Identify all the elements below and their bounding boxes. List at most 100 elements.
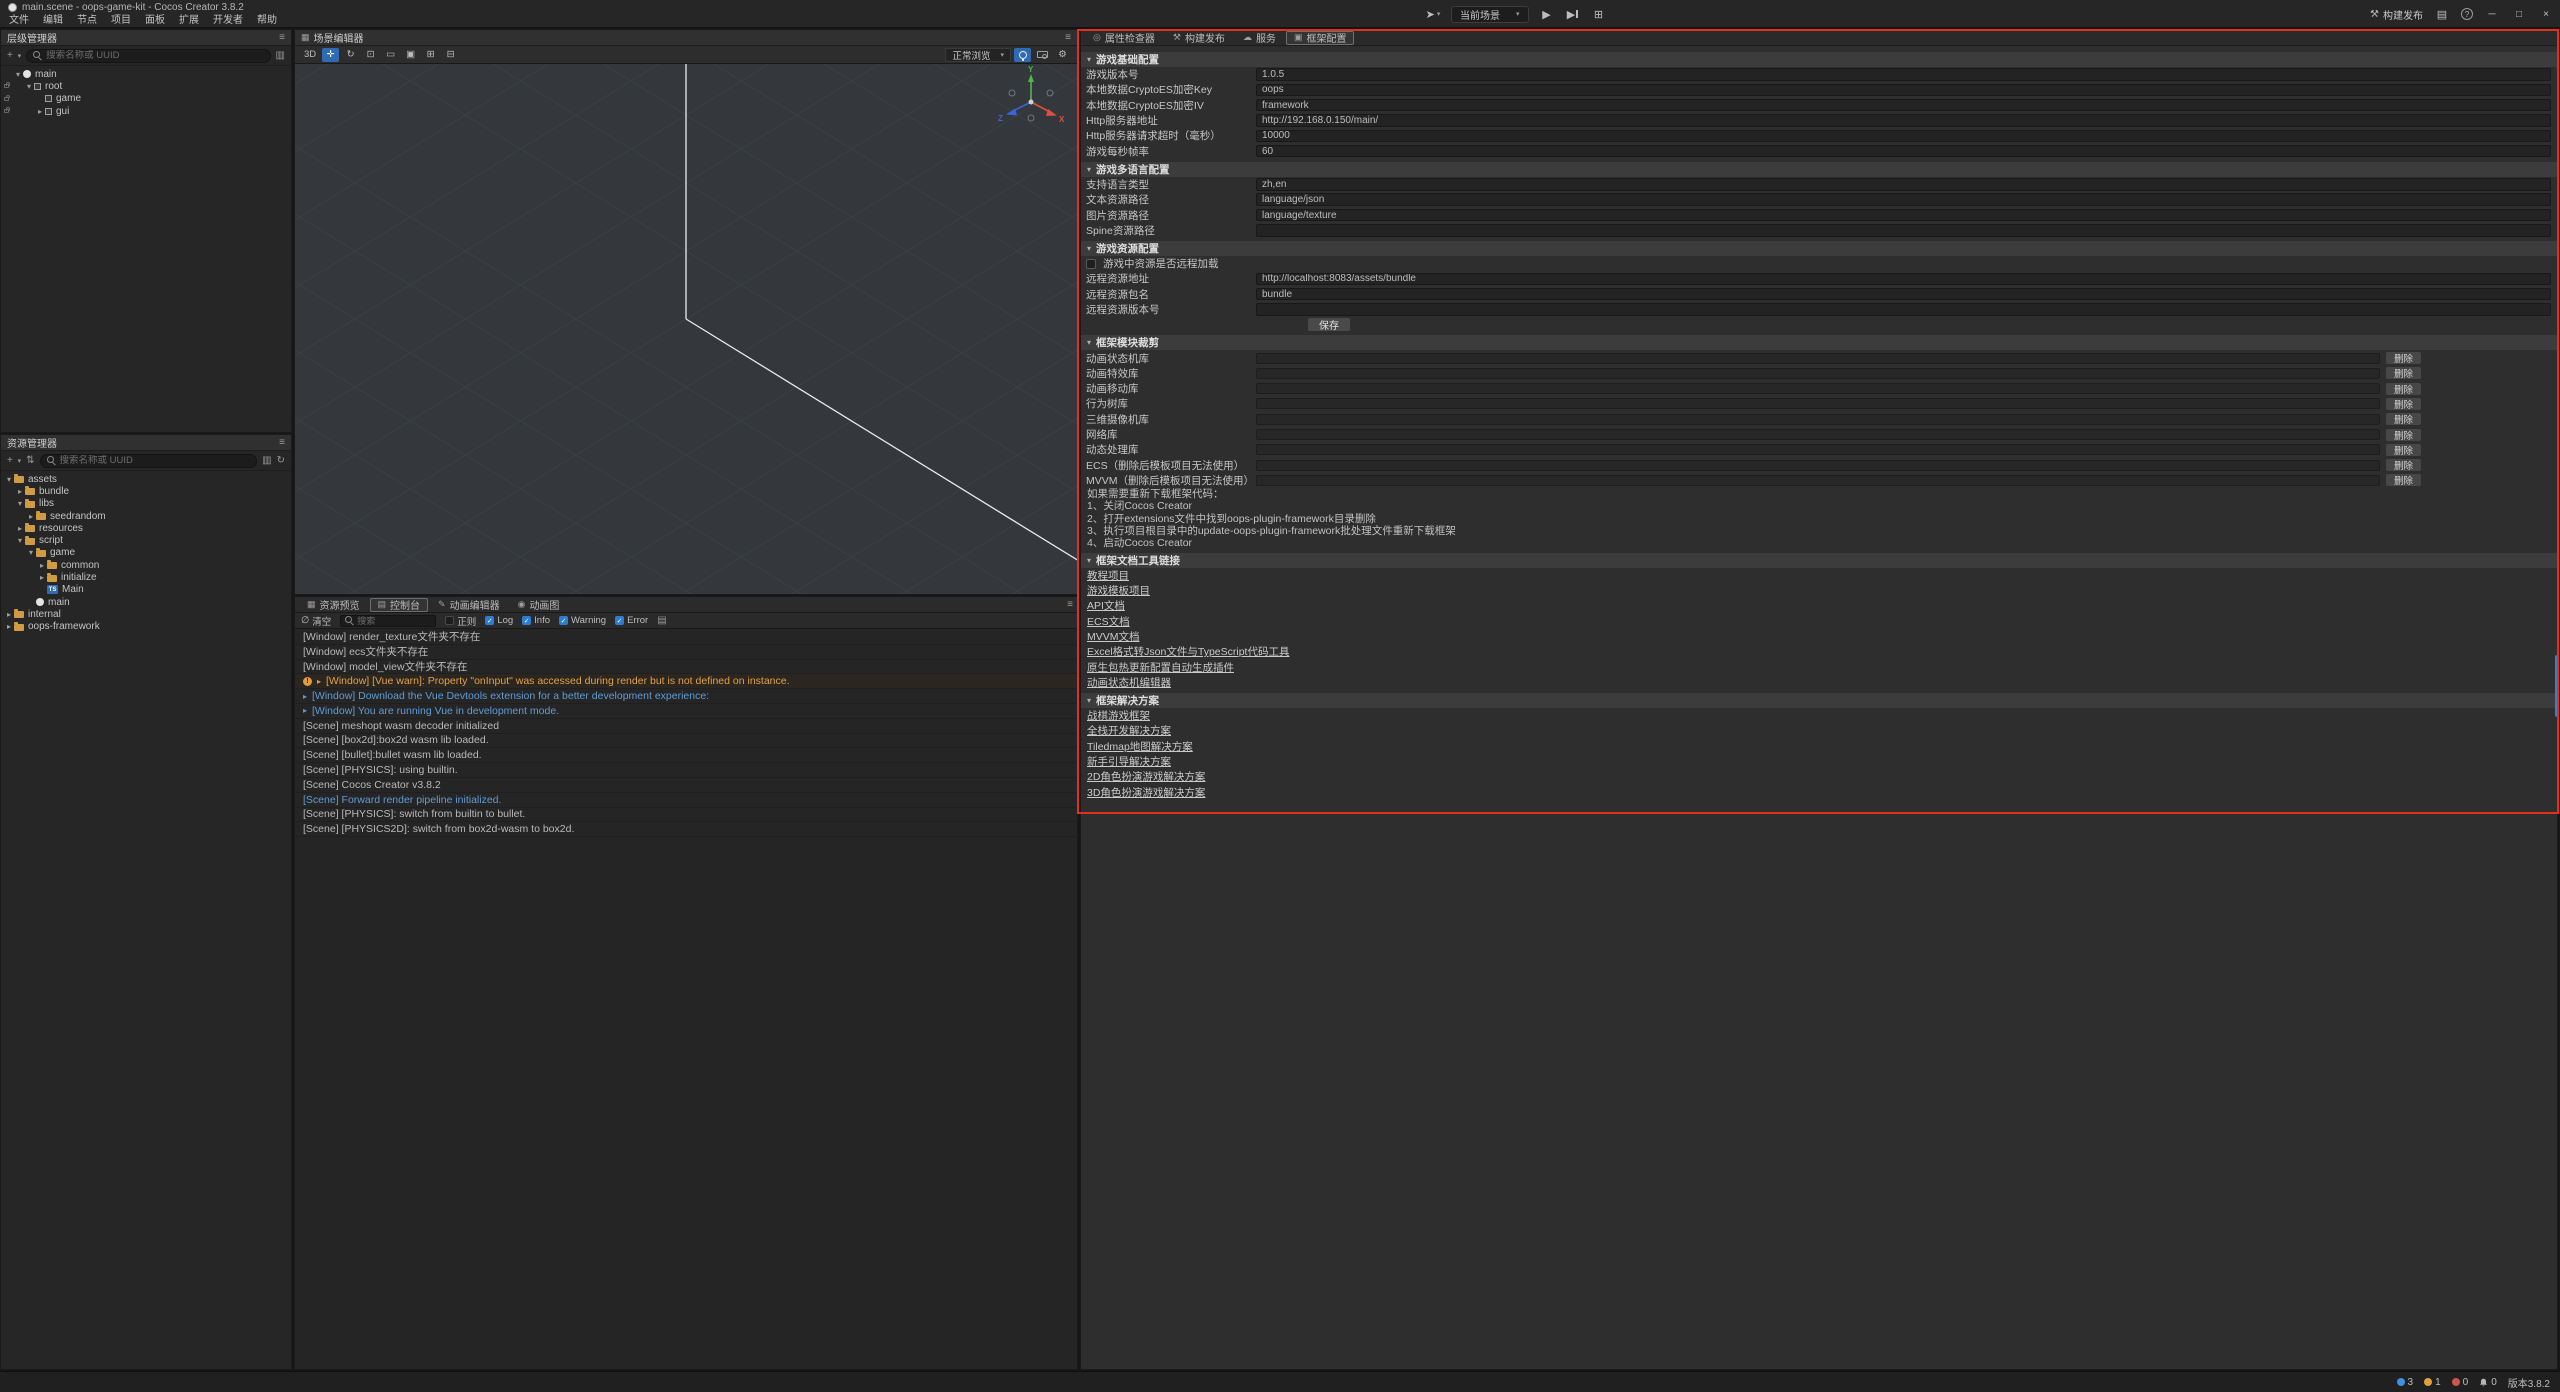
- filter-log[interactable]: ✓Log: [485, 615, 513, 626]
- expand-arrow-icon[interactable]: ▸: [15, 487, 25, 496]
- asset-node-row[interactable]: ▸seedrandom: [1, 510, 291, 522]
- sort-icon[interactable]: ⇅: [26, 455, 34, 466]
- preview-target-button[interactable]: ➤▾: [1425, 5, 1441, 23]
- inspector-tab-0[interactable]: ◎属性检查器: [1085, 31, 1163, 45]
- open-log-file-icon[interactable]: ▤: [657, 615, 666, 626]
- log-row[interactable]: [Window] ecs文件夹不存在: [295, 645, 1077, 660]
- doc-link[interactable]: API文档: [1081, 598, 2557, 613]
- asset-node-row[interactable]: ▾game: [1, 547, 291, 559]
- add-node-button[interactable]: + ▾: [7, 50, 21, 61]
- checkbox[interactable]: ✓: [485, 616, 494, 625]
- config-input[interactable]: [1256, 224, 2551, 237]
- lock-icon[interactable]: [4, 97, 9, 101]
- asset-node-row[interactable]: ▾assets: [1, 473, 291, 485]
- rotate-tool-button[interactable]: ↻: [342, 48, 359, 62]
- log-row[interactable]: [Window] render_texture文件夹不存在: [295, 630, 1077, 645]
- log-row[interactable]: ▸[Window] You are running Vue in develop…: [295, 704, 1077, 719]
- config-input[interactable]: [1256, 273, 2551, 286]
- config-input[interactable]: [1256, 84, 2551, 97]
- asset-node-row[interactable]: ▾libs: [1, 498, 291, 510]
- checkbox[interactable]: ✓: [615, 616, 624, 625]
- doc-link[interactable]: 2D角色扮演游戏解决方案: [1081, 769, 2557, 784]
- log-row[interactable]: [Scene] [PHYSICS]: using builtin.: [295, 763, 1077, 778]
- collapse-arrow-icon[interactable]: ▾: [15, 536, 25, 545]
- config-input[interactable]: [1256, 99, 2551, 112]
- config-input[interactable]: [1256, 130, 2551, 143]
- asset-node-row[interactable]: ▸resources: [1, 522, 291, 534]
- log-row[interactable]: [Scene] [box2d]:box2d wasm lib loaded.: [295, 734, 1077, 749]
- close-button[interactable]: ×: [2538, 9, 2554, 20]
- doc-link[interactable]: 游戏模板项目: [1081, 583, 2557, 598]
- log-row[interactable]: !▸[Window] [Vue warn]: Property "onInput…: [295, 674, 1077, 689]
- filter-info[interactable]: ✓Info: [522, 615, 550, 626]
- inspector-tab-3[interactable]: ▣框架配置: [1286, 31, 1355, 45]
- log-row[interactable]: [Scene] [PHYSICS]: switch from builtin t…: [295, 808, 1077, 823]
- collapse-arrow-icon[interactable]: ▾: [15, 499, 25, 508]
- config-input[interactable]: [1256, 114, 2551, 127]
- console-search-input[interactable]: [357, 616, 431, 626]
- console-tab-0[interactable]: ▦资源预览: [299, 598, 368, 612]
- log-row[interactable]: [Scene] [PHYSICS2D]: switch from box2d-w…: [295, 822, 1077, 837]
- section-header[interactable]: ▾游戏资源配置: [1081, 241, 2557, 256]
- delete-button[interactable]: 删除: [2386, 398, 2421, 410]
- collapse-arrow-icon[interactable]: ▾: [26, 548, 36, 557]
- doc-link[interactable]: ECS文档: [1081, 614, 2557, 629]
- hierarchy-node-row[interactable]: ▸gui: [1, 105, 291, 117]
- mode-3d-button[interactable]: 3D: [301, 48, 319, 62]
- filter-icon[interactable]: ▥: [276, 50, 285, 61]
- inspector-tab-1[interactable]: ⚒构建发布: [1165, 31, 1233, 45]
- anchor-tool-button[interactable]: ▣: [402, 48, 419, 62]
- config-input[interactable]: [1256, 303, 2551, 316]
- log-row[interactable]: [Scene] [bullet]:bullet wasm lib loaded.: [295, 748, 1077, 763]
- error-counter[interactable]: 0: [2452, 1377, 2469, 1388]
- section-header[interactable]: ▾框架模块裁剪: [1081, 335, 2557, 350]
- doc-link[interactable]: 教程项目: [1081, 568, 2557, 583]
- layout-grid-button[interactable]: ⊞: [1591, 5, 1607, 23]
- maximize-button[interactable]: □: [2511, 9, 2527, 20]
- section-header[interactable]: ▾游戏多语言配置: [1081, 162, 2557, 177]
- remote-load-checkbox[interactable]: [1086, 259, 1096, 269]
- package-icon[interactable]: ▤: [2434, 5, 2450, 23]
- doc-link[interactable]: Tiledmap地图解决方案: [1081, 739, 2557, 754]
- delete-button[interactable]: 删除: [2386, 444, 2421, 456]
- hierarchy-node-row[interactable]: ▾root: [1, 80, 291, 92]
- hierarchy-node-row[interactable]: game: [1, 93, 291, 105]
- doc-link[interactable]: 3D角色扮演游戏解决方案: [1081, 784, 2557, 799]
- scene-viewport[interactable]: Y X Z: [295, 64, 1077, 594]
- expand-arrow-icon[interactable]: ▸: [26, 512, 36, 521]
- doc-link[interactable]: 动画状态机编辑器: [1081, 675, 2557, 690]
- regex-toggle[interactable]: 正则: [445, 614, 476, 628]
- refresh-icon[interactable]: ↻: [277, 455, 285, 466]
- expand-arrow-icon[interactable]: ▸: [37, 561, 47, 570]
- build-publish-button[interactable]: ⚒ 构建发布: [2370, 7, 2423, 22]
- scale-tool-button[interactable]: ⊡: [362, 48, 379, 62]
- doc-link[interactable]: Excel格式转Json文件与TypeScript代码工具: [1081, 644, 2557, 659]
- log-row[interactable]: [Scene] Cocos Creator v3.8.2: [295, 778, 1077, 793]
- checkbox[interactable]: ✓: [522, 616, 531, 625]
- clear-console-button[interactable]: ∅ 清空: [301, 614, 331, 628]
- log-row[interactable]: [Scene] meshopt wasm decoder initialized: [295, 719, 1077, 734]
- filter-error[interactable]: ✓Error: [615, 615, 648, 626]
- info-counter[interactable]: 3: [2397, 1377, 2414, 1388]
- menu-item-1[interactable]: 编辑: [36, 14, 70, 28]
- help-icon[interactable]: ?: [2461, 8, 2473, 20]
- section-header[interactable]: ▾游戏基础配置: [1081, 52, 2557, 67]
- panel-menu-icon[interactable]: ≡: [279, 437, 285, 448]
- collapse-arrow-icon[interactable]: ▾: [13, 70, 23, 79]
- gizmo-light-button[interactable]: [1014, 48, 1031, 62]
- expand-caret-icon[interactable]: ▸: [303, 706, 307, 715]
- asset-node-row[interactable]: ▸common: [1, 559, 291, 571]
- lock-icon[interactable]: [4, 84, 9, 88]
- play-button[interactable]: ▶: [1539, 5, 1555, 23]
- asset-node-row[interactable]: main: [1, 596, 291, 608]
- asset-node-row[interactable]: ▸bundle: [1, 485, 291, 497]
- doc-link[interactable]: MVVM文档: [1081, 629, 2557, 644]
- coord-toggle-button[interactable]: ⊟: [442, 48, 459, 62]
- log-row[interactable]: [Window] model_view文件夹不存在: [295, 660, 1077, 675]
- delete-button[interactable]: 删除: [2386, 459, 2421, 471]
- hierarchy-search-input[interactable]: [46, 50, 263, 61]
- expand-arrow-icon[interactable]: ▸: [15, 524, 25, 533]
- filter-icon[interactable]: ▥: [262, 455, 271, 466]
- expand-arrow-icon[interactable]: ▸: [35, 107, 45, 116]
- doc-link[interactable]: 原生包热更新配置自动生成插件: [1081, 659, 2557, 674]
